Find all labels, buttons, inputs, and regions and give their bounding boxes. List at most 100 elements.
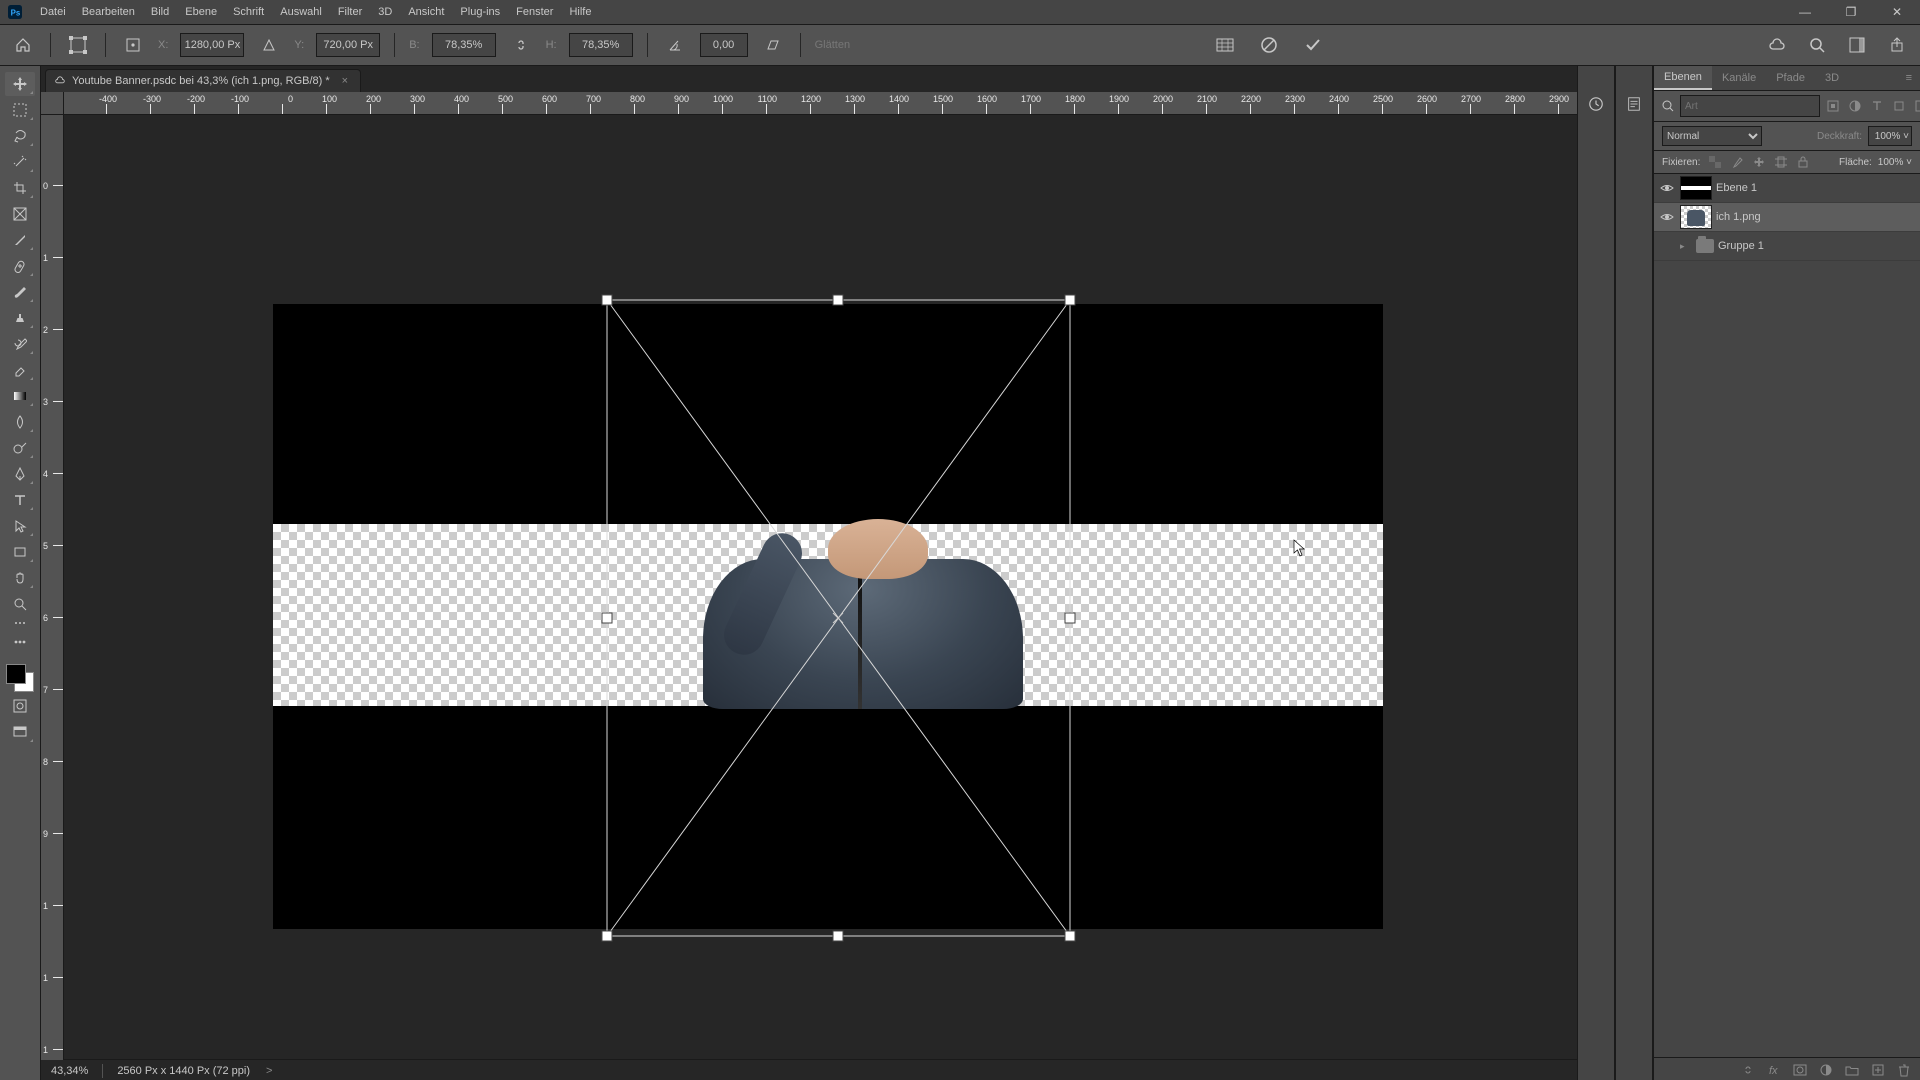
zoom-level[interactable]: 43,34% bbox=[51, 1065, 88, 1077]
opacity-value[interactable]: 100% ˅ bbox=[1868, 126, 1912, 146]
foreground-color-swatch[interactable] bbox=[6, 664, 26, 684]
lock-position-icon[interactable] bbox=[1752, 155, 1766, 169]
layer-mask-icon[interactable] bbox=[1792, 1062, 1808, 1078]
healing-brush-tool[interactable] bbox=[5, 254, 35, 278]
layers-filter-input[interactable] bbox=[1680, 95, 1820, 117]
blur-tool[interactable] bbox=[5, 410, 35, 434]
edit-toolbar-button[interactable] bbox=[5, 630, 35, 654]
lock-artboard-icon[interactable] bbox=[1774, 155, 1788, 169]
window-maximize-button[interactable]: ❐ bbox=[1828, 0, 1874, 24]
window-minimize-button[interactable]: — bbox=[1782, 0, 1828, 24]
delta-icon[interactable] bbox=[256, 32, 282, 58]
layer-name[interactable]: Ebene 1 bbox=[1716, 182, 1916, 194]
menu-bild[interactable]: Bild bbox=[143, 2, 177, 22]
layer-row[interactable]: Ebene 1 bbox=[1654, 174, 1920, 203]
tab-close-icon[interactable]: × bbox=[342, 75, 348, 87]
filter-smart-icon[interactable] bbox=[1914, 99, 1920, 113]
frame-tool[interactable] bbox=[5, 202, 35, 226]
transform-tool-icon[interactable] bbox=[65, 32, 91, 58]
history-panel-icon[interactable] bbox=[1588, 96, 1604, 112]
commit-transform-icon[interactable] bbox=[1300, 32, 1326, 58]
ruler-horizontal[interactable]: -400-300-200-100010020030040050060070080… bbox=[63, 92, 1577, 115]
layer-visibility-icon[interactable] bbox=[1658, 237, 1676, 255]
layer-thumbnail[interactable] bbox=[1680, 205, 1712, 229]
layer-style-icon[interactable]: fx bbox=[1766, 1062, 1782, 1078]
document-tab[interactable]: Youtube Banner.psdc bei 43,3% (ich 1.png… bbox=[45, 69, 361, 92]
adjustment-layer-icon[interactable] bbox=[1818, 1062, 1834, 1078]
cloud-docs-icon[interactable] bbox=[1764, 32, 1790, 58]
filter-pixel-icon[interactable] bbox=[1826, 99, 1840, 113]
x-coord-input[interactable] bbox=[180, 33, 244, 57]
group-disclosure-icon[interactable]: ▸ bbox=[1680, 241, 1692, 252]
magic-wand-tool[interactable] bbox=[5, 150, 35, 174]
blend-mode-select[interactable]: Normal bbox=[1662, 126, 1762, 146]
home-icon[interactable] bbox=[10, 32, 36, 58]
type-tool[interactable] bbox=[5, 488, 35, 512]
menu-hilfe[interactable]: Hilfe bbox=[561, 2, 599, 22]
marquee-tool[interactable] bbox=[5, 98, 35, 122]
layers-list[interactable]: Ebene 1 ich 1.png ▸Gruppe 1 bbox=[1654, 174, 1920, 1057]
canvas-viewport[interactable] bbox=[63, 114, 1577, 1060]
width-input[interactable] bbox=[432, 33, 496, 57]
menu-schrift[interactable]: Schrift bbox=[225, 2, 272, 22]
ruler-vertical[interactable]: 01234567891111 bbox=[41, 114, 64, 1060]
tab-3d[interactable]: 3D bbox=[1815, 67, 1849, 89]
warp-toggle-icon[interactable] bbox=[1212, 32, 1238, 58]
workspace-switcher-icon[interactable] bbox=[1844, 32, 1870, 58]
tab-kanaele[interactable]: Kanäle bbox=[1712, 67, 1766, 89]
new-group-icon[interactable] bbox=[1844, 1062, 1860, 1078]
rectangle-tool[interactable] bbox=[5, 540, 35, 564]
gradient-tool[interactable] bbox=[5, 384, 35, 408]
eraser-tool[interactable] bbox=[5, 358, 35, 382]
fill-value[interactable]: 100% ˅ bbox=[1878, 157, 1912, 168]
reference-point-icon[interactable] bbox=[120, 32, 146, 58]
filter-shape-icon[interactable] bbox=[1892, 99, 1906, 113]
history-brush-tool[interactable] bbox=[5, 332, 35, 356]
lock-pixels-icon[interactable] bbox=[1730, 155, 1744, 169]
height-input[interactable] bbox=[569, 33, 633, 57]
eyedropper-tool[interactable] bbox=[5, 228, 35, 252]
filter-type-icon[interactable] bbox=[1870, 99, 1884, 113]
tab-ebenen[interactable]: Ebenen bbox=[1654, 66, 1712, 90]
new-layer-icon[interactable] bbox=[1870, 1062, 1886, 1078]
link-layers-icon[interactable] bbox=[1740, 1062, 1756, 1078]
brush-tool[interactable] bbox=[5, 280, 35, 304]
layer-visibility-icon[interactable] bbox=[1658, 179, 1676, 197]
search-icon[interactable] bbox=[1804, 32, 1830, 58]
statusbar-caret-icon[interactable]: > bbox=[266, 1065, 272, 1077]
dodge-tool[interactable] bbox=[5, 436, 35, 460]
interpolation-label[interactable]: Glätten bbox=[815, 39, 850, 51]
color-swatches[interactable] bbox=[6, 664, 34, 692]
menu-datei[interactable]: Datei bbox=[32, 2, 74, 22]
quickmask-toggle[interactable] bbox=[5, 694, 35, 718]
layer-row[interactable]: ▸Gruppe 1 bbox=[1654, 232, 1920, 261]
filter-adjust-icon[interactable] bbox=[1848, 99, 1862, 113]
pen-tool[interactable] bbox=[5, 462, 35, 486]
properties-panel-icon[interactable] bbox=[1626, 96, 1642, 112]
layer-row[interactable]: ich 1.png bbox=[1654, 203, 1920, 232]
doc-dimensions[interactable]: 2560 Px x 1440 Px (72 ppi) bbox=[117, 1065, 250, 1077]
lock-transparent-icon[interactable] bbox=[1708, 155, 1722, 169]
menu-ebene[interactable]: Ebene bbox=[177, 2, 225, 22]
menu-auswahl[interactable]: Auswahl bbox=[272, 2, 330, 22]
window-close-button[interactable]: ✕ bbox=[1874, 0, 1920, 24]
menu-filter[interactable]: Filter bbox=[330, 2, 370, 22]
menu-bearbeiten[interactable]: Bearbeiten bbox=[74, 2, 143, 22]
lasso-tool[interactable] bbox=[5, 124, 35, 148]
menu-3d[interactable]: 3D bbox=[370, 2, 400, 22]
angle-input[interactable] bbox=[700, 33, 748, 57]
menu-ansicht[interactable]: Ansicht bbox=[400, 2, 452, 22]
y-coord-input[interactable] bbox=[316, 33, 380, 57]
menu-plugins[interactable]: Plug-ins bbox=[452, 2, 508, 22]
share-icon[interactable] bbox=[1884, 32, 1910, 58]
crop-tool[interactable] bbox=[5, 176, 35, 200]
layer-name[interactable]: ich 1.png bbox=[1716, 211, 1916, 223]
layer-thumbnail[interactable] bbox=[1680, 176, 1712, 200]
layer-visibility-icon[interactable] bbox=[1658, 208, 1676, 226]
hand-tool[interactable] bbox=[5, 566, 35, 590]
aspect-link-icon[interactable] bbox=[508, 32, 534, 58]
menu-fenster[interactable]: Fenster bbox=[508, 2, 561, 22]
zoom-tool[interactable] bbox=[5, 592, 35, 616]
path-selection-tool[interactable] bbox=[5, 514, 35, 538]
panel-menu-icon[interactable]: ≡ bbox=[1898, 72, 1920, 84]
